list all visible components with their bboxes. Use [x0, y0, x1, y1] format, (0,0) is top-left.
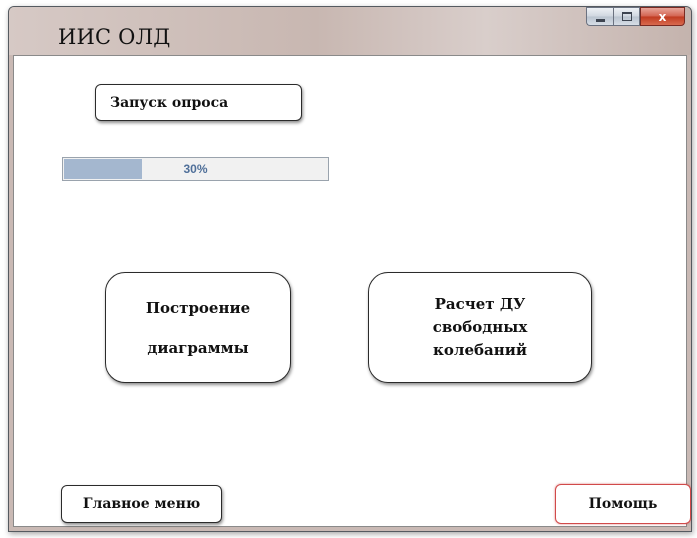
maximize-icon	[621, 12, 632, 21]
client-area: Запуск опроса 30% Построение диаграммы Р…	[13, 55, 691, 527]
close-button[interactable]: x	[640, 7, 685, 26]
minimize-icon	[595, 19, 605, 22]
window-controls: x	[586, 7, 685, 26]
build-diagram-label-line1: Построение	[145, 298, 251, 317]
calc-label-line1: Расчет ДУ	[434, 294, 526, 313]
main-menu-label: Главное меню	[82, 496, 201, 512]
start-survey-label: Запуск опроса	[110, 94, 229, 111]
window-title: ИИС ОЛД	[58, 25, 171, 49]
help-label: Помощь	[588, 496, 658, 512]
start-survey-button[interactable]: Запуск опроса	[95, 84, 302, 121]
calc-label-line2: свободных	[432, 317, 528, 336]
close-icon: x	[658, 9, 667, 24]
progress-text: 30%	[183, 162, 208, 176]
minimize-button[interactable]	[586, 7, 613, 26]
help-button[interactable]: Помощь	[555, 484, 691, 524]
survey-progress-bar: 30%	[62, 157, 329, 181]
app-window: ИИС ОЛД x Запуск опроса 30% Построение д…	[8, 6, 692, 532]
maximize-button[interactable]	[613, 7, 640, 26]
calc-label-line3: колебаний	[433, 341, 527, 360]
build-diagram-label-line2: диаграммы	[147, 338, 249, 357]
title-bar[interactable]: ИИС ОЛД x	[9, 7, 691, 55]
main-menu-button[interactable]: Главное меню	[61, 485, 222, 523]
calc-free-oscillations-button[interactable]: Расчет ДУ свободных колебаний	[368, 272, 592, 383]
build-diagram-button[interactable]: Построение диаграммы	[105, 272, 291, 383]
